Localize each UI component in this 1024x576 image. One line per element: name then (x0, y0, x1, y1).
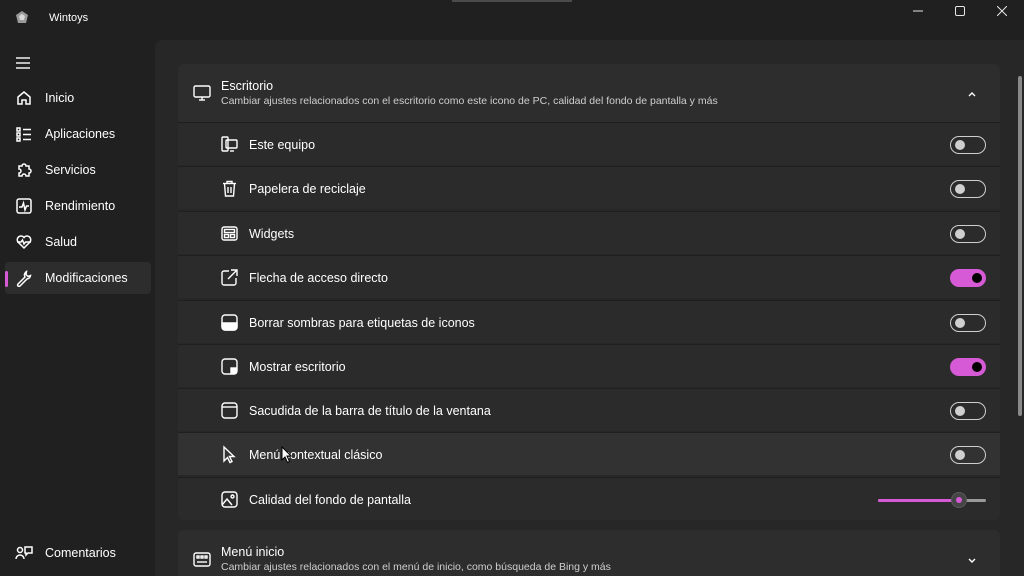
shadow-icon (220, 313, 239, 332)
start-menu-icon (192, 549, 212, 569)
setting-row-widgets: Widgets (178, 211, 1000, 254)
apps-list-icon (15, 125, 33, 143)
setting-label: Menú contextual clásico (249, 448, 383, 462)
sidebar: Inicio Aplicaciones Servicios Rendimient… (0, 40, 155, 576)
show-desktop-icon (220, 357, 239, 376)
maximize-button[interactable] (938, 0, 982, 22)
setting-row-este-equipo: Este equipo (178, 122, 1000, 165)
sidebar-item-servicios[interactable]: Servicios (5, 154, 151, 186)
app-logo-icon (14, 10, 30, 26)
feedback-icon (15, 544, 33, 562)
desktop-section-header[interactable]: Escritorio Cambiar ajustes relacionados … (178, 64, 1000, 122)
section-title: Menú inicio (221, 545, 285, 559)
window-drag-indicator (452, 0, 572, 2)
setting-label: Este equipo (249, 138, 316, 152)
minimize-button[interactable] (896, 0, 940, 22)
flecha-toggle[interactable] (950, 269, 986, 287)
title-bar: Wintoys (0, 0, 1024, 40)
setting-row-papelera: Papelera de reciclaje (178, 166, 1000, 209)
setting-label: Sacudida de la barra de título de la ven… (249, 404, 491, 418)
sidebar-item-aplicaciones[interactable]: Aplicaciones (5, 118, 151, 150)
setting-row-sacudida: Sacudida de la barra de título de la ven… (178, 388, 1000, 431)
este-equipo-toggle[interactable] (950, 136, 986, 154)
sombras-toggle[interactable] (950, 314, 986, 332)
sidebar-item-label: Modificaciones (45, 271, 128, 285)
mouse-pointer-icon (281, 445, 293, 464)
close-button[interactable] (980, 0, 1024, 22)
heart-pulse-icon (15, 233, 33, 251)
cursor-icon (220, 445, 239, 464)
sidebar-item-modificaciones[interactable]: Modificaciones (5, 262, 151, 294)
setting-label: Widgets (249, 227, 295, 241)
minimize-icon (913, 10, 923, 12)
sidebar-item-comentarios[interactable]: Comentarios (5, 537, 151, 569)
slider-thumb[interactable] (951, 492, 967, 508)
this-pc-icon (220, 135, 239, 154)
performance-icon (15, 197, 33, 215)
setting-row-flecha: Flecha de acceso directo (178, 255, 1000, 298)
sidebar-item-label: Aplicaciones (45, 127, 116, 141)
widgets-toggle[interactable] (950, 225, 986, 243)
mostrar-escritorio-toggle[interactable] (950, 358, 986, 376)
wrench-icon (15, 269, 33, 288)
sidebar-item-label: Servicios (45, 163, 96, 177)
setting-row-mostrar-escritorio: Mostrar escritorio (178, 344, 1000, 387)
papelera-toggle[interactable] (950, 180, 986, 198)
setting-label: Borrar sombras para etiquetas de iconos (249, 316, 475, 330)
sidebar-item-label: Rendimiento (45, 199, 116, 213)
hamburger-menu-icon[interactable] (14, 56, 32, 70)
sidebar-item-inicio[interactable]: Inicio (5, 82, 151, 114)
sidebar-item-label: Salud (45, 235, 77, 249)
chevron-up-icon[interactable] (966, 87, 978, 99)
puzzle-icon (15, 161, 33, 179)
close-icon (997, 6, 1007, 16)
section-description: Cambiar ajustes relacionados con el menú… (221, 561, 611, 573)
chevron-down-icon[interactable] (966, 553, 978, 565)
setting-row-menu-contextual: Menú contextual clásico (178, 432, 1000, 475)
shortcut-arrow-icon (220, 268, 239, 287)
sidebar-item-label: Inicio (45, 91, 75, 105)
sacudida-toggle[interactable] (950, 402, 986, 420)
setting-label: Flecha de acceso directo (249, 271, 388, 285)
setting-label: Papelera de reciclaje (249, 182, 366, 196)
app-title: Wintoys (49, 12, 89, 24)
wallpaper-icon (220, 490, 239, 509)
section-title: Escritorio (221, 79, 274, 93)
maximize-icon (955, 6, 965, 16)
monitor-icon (192, 83, 212, 103)
setting-row-calidad-fondo: Calidad del fondo de pantalla (178, 477, 1000, 520)
calidad-fondo-slider[interactable] (878, 490, 986, 510)
home-icon (15, 89, 33, 107)
setting-row-sombras: Borrar sombras para etiquetas de iconos (178, 300, 1000, 343)
section-description: Cambiar ajustes relacionados con el escr… (221, 95, 718, 107)
menu-contextual-toggle[interactable] (950, 446, 986, 464)
window-shake-icon (220, 401, 239, 420)
slider-fill (878, 499, 959, 502)
setting-label: Mostrar escritorio (249, 360, 346, 374)
widgets-icon (220, 224, 239, 243)
setting-label: Calidad del fondo de pantalla (249, 493, 411, 507)
sidebar-item-salud[interactable]: Salud (5, 226, 151, 258)
start-menu-section-header[interactable]: Menú inicio Cambiar ajustes relacionados… (178, 530, 1000, 576)
vertical-scrollbar[interactable] (1018, 76, 1022, 416)
sidebar-item-label: Comentarios (45, 546, 116, 560)
sidebar-item-rendimiento[interactable]: Rendimiento (5, 190, 151, 222)
recycle-bin-icon (220, 179, 239, 198)
